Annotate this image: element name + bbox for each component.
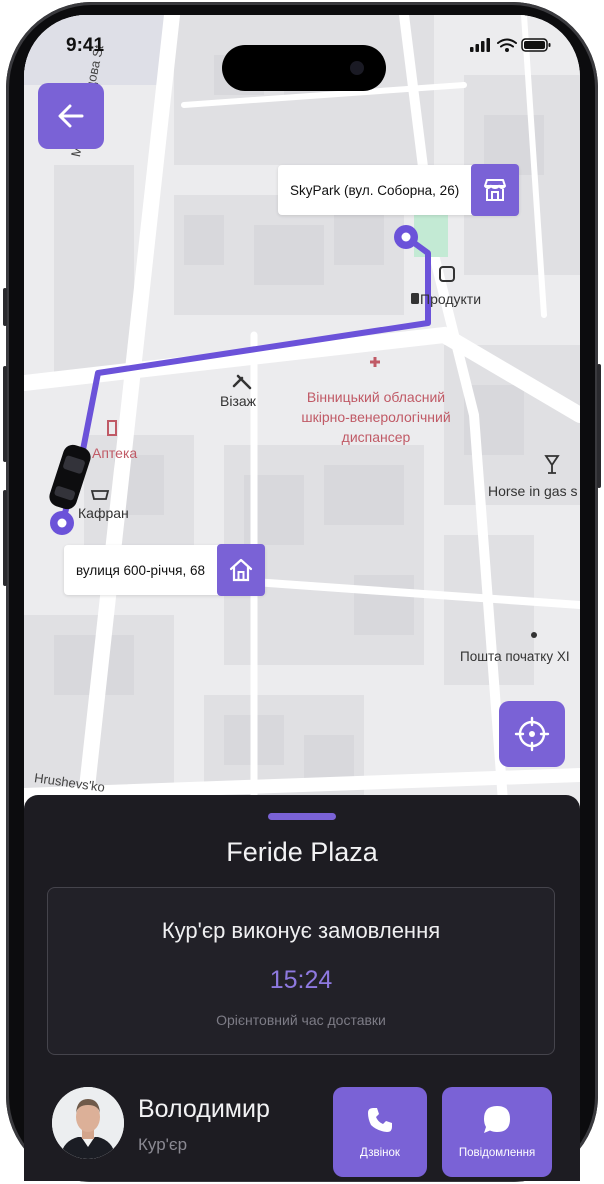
poi-dispanser-line2: шкірно-венерологічний <box>301 409 451 425</box>
eta-time: 15:24 <box>269 966 333 994</box>
poi-horse: Horse in gas s <box>488 483 578 499</box>
status-time: 9:41 <box>66 35 105 56</box>
status-bar: 9:41 <box>24 15 580 91</box>
message-button-label: Повідомлення <box>458 1147 536 1159</box>
wifi-icon <box>497 38 517 48</box>
destination-address: вулиця 600-річчя, 68 <box>76 562 205 578</box>
back-button[interactable] <box>38 83 104 149</box>
courier-avatar <box>52 1087 124 1159</box>
destination-label-card[interactable]: вулиця 600-річчя, 68 <box>64 544 265 596</box>
eta-label: Орієнтовний час доставки <box>216 1012 386 1028</box>
volume-down-button <box>3 490 7 586</box>
phone-icon <box>365 1103 395 1137</box>
sheet-drag-handle[interactable] <box>268 813 336 820</box>
courier-name: Володимир <box>138 1095 270 1123</box>
courier-role: Кур'єр <box>138 1135 188 1154</box>
home-icon <box>216 544 265 596</box>
signal-icon <box>470 38 490 52</box>
poi-produkty: Продукти <box>420 291 482 307</box>
crosshair-icon <box>514 716 550 752</box>
power-button <box>597 364 601 488</box>
chat-bubble-icon <box>481 1103 513 1137</box>
order-status-card: Кур'єр виконує замовлення 15:24 Орієнтов… <box>47 887 555 1055</box>
dynamic-island <box>222 45 386 91</box>
map-view[interactable]: Михайі Оводова St Hrushevs'ko Продукти В… <box>24 15 580 823</box>
poi-dispanser-line3: диспансер <box>341 429 411 445</box>
poi-apteka: Аптека <box>92 445 138 461</box>
store-name: Feride Plaza <box>226 837 378 867</box>
battery-icon <box>521 38 551 52</box>
poi-dispanser: Вінницький обласний шкірно-венерологічни… <box>286 387 466 447</box>
order-status-text: Кур'єр виконує замовлення <box>161 918 441 943</box>
status-icons <box>470 37 552 58</box>
poi-dispanser-line1: Вінницький обласний <box>306 389 446 405</box>
poi-kafran: Кафран <box>78 505 129 521</box>
message-button[interactable]: Повідомлення <box>442 1087 552 1177</box>
app-screen: Михайі Оводова St Hrushevs'ko Продукти В… <box>24 15 580 1181</box>
volume-up-button <box>3 366 7 462</box>
origin-label-card[interactable]: SkyPark (вул. Соборна, 26) <box>278 164 520 216</box>
call-button-label: Дзвінок <box>360 1147 400 1159</box>
order-bottom-sheet: Feride Plaza Кур'єр виконує замовлення 1… <box>24 795 580 1181</box>
locate-me-button[interactable] <box>499 701 565 767</box>
origin-address: SkyPark (вул. Соборна, 26) <box>290 182 460 198</box>
call-button[interactable]: Дзвінок <box>333 1087 427 1177</box>
poi-vizazh: Візаж <box>220 393 257 409</box>
arrow-left-icon <box>58 104 84 128</box>
side-button <box>3 288 7 326</box>
store-icon <box>471 164 520 216</box>
poi-poshta: Пошта початку XI <box>460 649 570 664</box>
